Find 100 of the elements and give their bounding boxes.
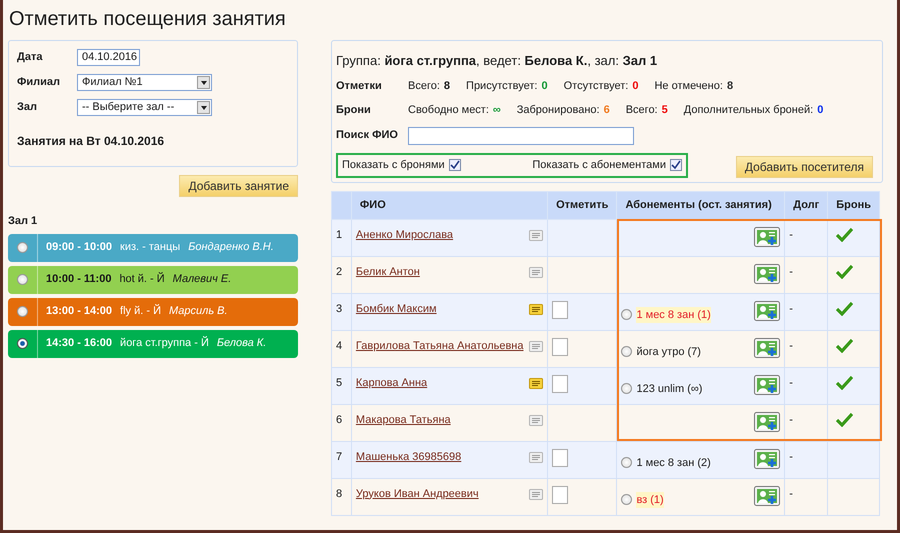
select-field[interactable]: Филиал №1 <box>77 74 212 91</box>
stat-value: ∞ <box>492 103 501 118</box>
debt-value: - <box>789 414 793 426</box>
check-icon <box>836 375 854 390</box>
radio-button[interactable] <box>17 306 28 317</box>
check-icon <box>671 160 681 170</box>
check-icon <box>836 301 854 316</box>
stat-value: 5 <box>662 103 668 118</box>
toggle-label: Показать с абонементами <box>532 158 666 173</box>
check-icon <box>836 412 854 428</box>
add-user-icon <box>754 374 780 394</box>
lesson-time: 13:00 - 14:00 <box>46 304 112 320</box>
lesson-time: 10:00 - 11:00 <box>46 272 112 288</box>
lesson-time: 14:30 - 16:00 <box>46 336 112 352</box>
stats-label: Брони <box>336 103 372 118</box>
checkbox[interactable] <box>552 486 568 504</box>
column-header: Бронь <box>828 191 880 219</box>
checkbox[interactable] <box>552 300 568 318</box>
subscription-text: 1 мес 8 зан (1) <box>636 306 711 323</box>
column-header: ФИО <box>351 191 548 219</box>
radio-button[interactable] <box>621 383 632 394</box>
stat-value: 0 <box>541 79 548 94</box>
stat-value: 8 <box>726 79 734 94</box>
field-label: Филиал <box>17 75 62 90</box>
stat-label: Всего: <box>408 79 440 94</box>
checkbox[interactable] <box>670 159 682 171</box>
person-link[interactable]: Карпова Анна <box>356 374 428 391</box>
stat-label: Забронировано: <box>516 103 600 118</box>
checkbox[interactable] <box>552 338 568 356</box>
add-user-icon <box>754 338 780 358</box>
stat-label: Всего: <box>626 103 658 118</box>
lessons-heading: Занятия на Вт 04.10.2016 <box>17 133 166 150</box>
row-number: 8 <box>336 488 342 500</box>
debt-value: - <box>789 488 793 500</box>
add-user-icon <box>754 264 780 284</box>
radio-button[interactable] <box>621 309 632 320</box>
row-number: 5 <box>336 376 342 388</box>
add-lesson-button[interactable]: Добавить занятие <box>179 175 298 197</box>
check-icon <box>836 264 854 280</box>
debt-value: - <box>789 302 793 314</box>
lesson-name: йога ст.группа - Й <box>120 335 209 352</box>
debt-value: - <box>789 228 793 240</box>
person-link[interactable]: Бомбик Максим <box>356 300 437 317</box>
radio-button[interactable] <box>621 494 632 506</box>
stat-value: 8 <box>444 79 450 94</box>
radio-button[interactable] <box>621 346 632 358</box>
checkbox[interactable] <box>552 448 568 466</box>
column-header: Отметить <box>548 191 617 219</box>
group-info: Группа: йога ст.группа, ведет: Белова К., зал: Зал 1 <box>336 52 658 70</box>
debt-value: - <box>789 266 793 278</box>
check-icon <box>836 338 854 354</box>
dropdown-icon <box>200 104 208 112</box>
stat-label: Дополнительных броней: <box>684 103 814 118</box>
checkbox[interactable] <box>448 159 461 171</box>
lesson-name: киз. - танцы <box>120 240 180 256</box>
column-header: Долг <box>784 191 828 219</box>
stats-label: Отметки <box>336 79 383 94</box>
date-field[interactable]: 04.10.2016 <box>77 49 140 66</box>
subscription-text: вз (1) <box>636 492 664 508</box>
subscription-text: 123 unlim (∞) <box>636 382 702 396</box>
row-number: 1 <box>336 228 342 240</box>
row-number: 2 <box>336 266 342 278</box>
radio-button[interactable] <box>17 274 28 285</box>
row-number: 7 <box>336 450 342 462</box>
hall-name: Зал 1 <box>8 214 38 229</box>
stat-label: Не отмечено: <box>654 79 723 94</box>
subscription-text: 1 мес 8 зан (2) <box>636 456 711 470</box>
page-title: Отметить посещения занятия <box>8 7 287 32</box>
stat-label: Присутствует: <box>466 79 538 94</box>
subscription-text: йога утро (7) <box>636 344 701 360</box>
lesson-item[interactable]: 10:00 - 11:00 hot й. - Й Малевич Е. <box>8 266 298 294</box>
search-field[interactable] <box>408 126 634 144</box>
select-field[interactable]: -- Выберите зал -- <box>77 99 212 116</box>
add-user-icon <box>754 300 780 320</box>
lesson-name: hot й. - Й <box>119 271 165 288</box>
stat-value: 0 <box>817 103 824 118</box>
stat-value: 0 <box>632 79 638 94</box>
radio-button[interactable] <box>621 457 632 468</box>
column-header: Абонементы (ост. занятия) <box>616 191 785 219</box>
checkbox[interactable] <box>552 374 568 392</box>
add-user-icon <box>754 486 780 506</box>
debt-value: - <box>789 450 793 462</box>
person-link[interactable]: Белик Антон <box>356 264 420 280</box>
add-visitor-button[interactable]: Добавить посетителя <box>736 156 873 178</box>
add-user-icon <box>754 448 780 468</box>
lesson-teacher: Белова К. <box>216 336 266 352</box>
debt-value: - <box>789 340 793 352</box>
lesson-teacher: Марсиль В. <box>169 304 228 320</box>
radio-button[interactable] <box>17 338 28 349</box>
check-icon <box>836 227 854 242</box>
debt-value: - <box>789 376 793 388</box>
radio-button[interactable] <box>17 242 28 253</box>
lesson-teacher: Бондаренко В.Н. <box>188 240 274 256</box>
field-label: Зал <box>17 100 38 116</box>
stat-label: Свободно мест: <box>408 103 489 118</box>
lesson-teacher: Малевич Е. <box>172 272 232 288</box>
row-number: 3 <box>336 302 342 314</box>
stat-label: Отсутствует: <box>564 79 628 94</box>
row-number: 4 <box>336 340 342 352</box>
toggle-label: Показать с бронями <box>342 158 445 173</box>
